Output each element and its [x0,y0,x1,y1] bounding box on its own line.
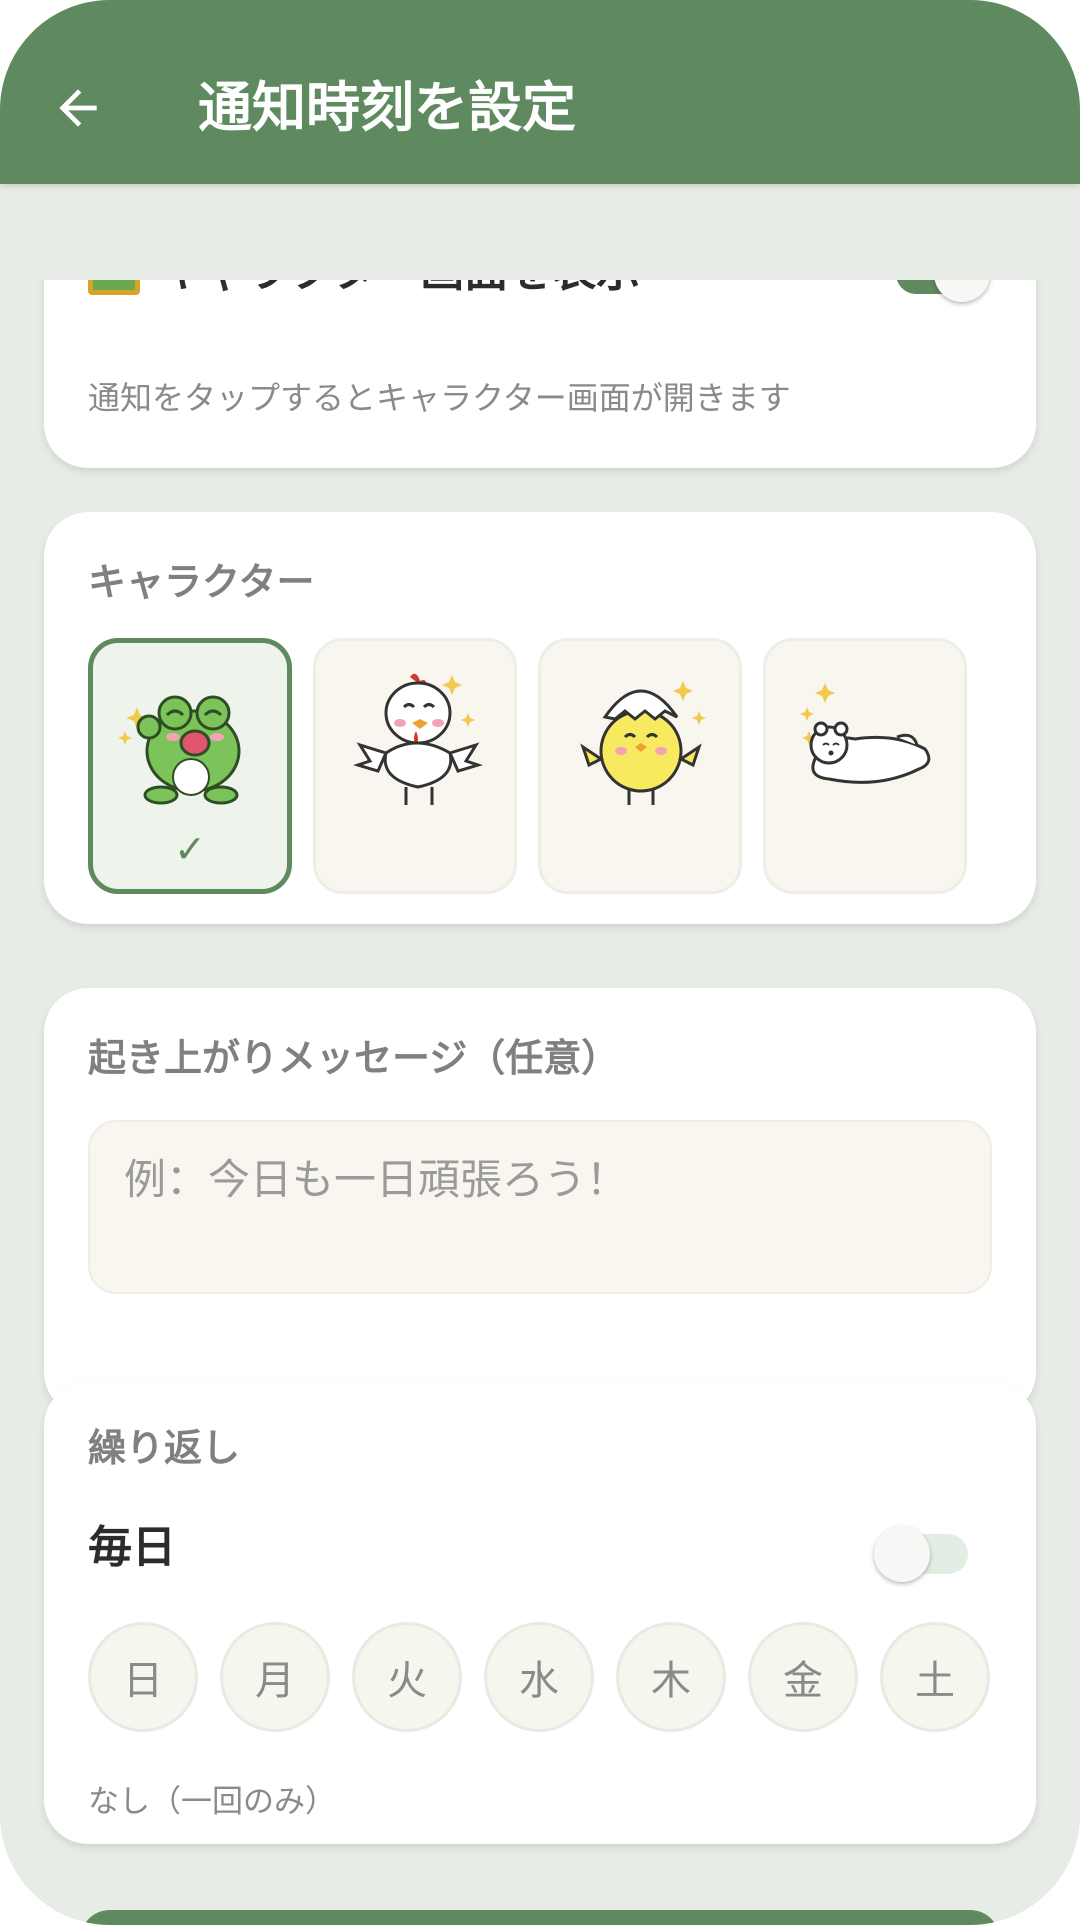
selected-check-icon: ✓ [174,827,206,871]
back-button[interactable] [40,70,116,146]
character-options: ✓ [88,638,967,894]
day-button-sun[interactable]: 日 [88,1622,198,1732]
framed-picture-icon [88,280,140,295]
repeat-summary: なし（一回のみ） [88,1784,336,1820]
day-button-mon[interactable]: 月 [220,1622,330,1732]
repeat-card: 繰り返し 毎日 日 月 火 水 木 金 土 なし（一回のみ） [44,1382,1036,1844]
show-character-card: キャラクター画面を表示 通知をタップするとキャラクター画面が開きます [44,280,1036,468]
character-card: キャラクター ✓ [44,512,1036,924]
chick-character-icon [580,681,706,805]
polar-bear-character-icon [800,683,931,784]
day-button-sat[interactable]: 土 [880,1622,990,1732]
character-option-chicken[interactable] [313,638,517,894]
show-character-toggle[interactable] [896,280,990,302]
day-button-fri[interactable]: 金 [748,1622,858,1732]
character-option-chick[interactable] [538,638,742,894]
daily-label: 毎日 [88,1522,176,1573]
toggle-knob [874,1526,930,1582]
day-button-wed[interactable]: 水 [484,1622,594,1732]
message-card: 起き上がりメッセージ（任意） 例：今日も一日頑張ろう！ [44,988,1036,1416]
settings-scroll-area[interactable]: キャラクター画面を表示 通知をタップするとキャラクター画面が開きます キャラクタ… [0,280,1080,1925]
phone-screen: 通知時刻を設定 キャラクター画面を表示 通知をタップするとキャラクター画面が開き… [0,0,1080,1925]
character-option-polar-bear[interactable] [763,638,967,894]
day-button-tue[interactable]: 火 [352,1622,462,1732]
chicken-character-icon [353,673,483,805]
show-character-label: キャラクター画面を表示 [158,280,640,300]
show-character-row: キャラクター画面を表示 [88,280,640,300]
back-arrow-icon [59,89,97,127]
show-character-hint: 通知をタップするとキャラクター画面が開きます [88,379,791,417]
character-section-label: キャラクター [88,560,315,604]
character-option-frog[interactable]: ✓ [88,638,292,894]
app-bar: 通知時刻を設定 [0,0,1080,184]
daily-toggle[interactable] [874,1526,968,1582]
bottom-action-bar[interactable] [80,1910,1000,1925]
toggle-knob [934,280,990,302]
page-title: 通知時刻を設定 [198,76,576,139]
repeat-section-label: 繰り返し [88,1426,241,1470]
weekday-selector: 日 月 火 水 木 金 土 [88,1622,990,1732]
message-section-label: 起き上がりメッセージ（任意） [88,1036,620,1080]
frog-character-icon [118,695,241,805]
message-input[interactable]: 例：今日も一日頑張ろう！ [88,1120,992,1294]
day-button-thu[interactable]: 木 [616,1622,726,1732]
